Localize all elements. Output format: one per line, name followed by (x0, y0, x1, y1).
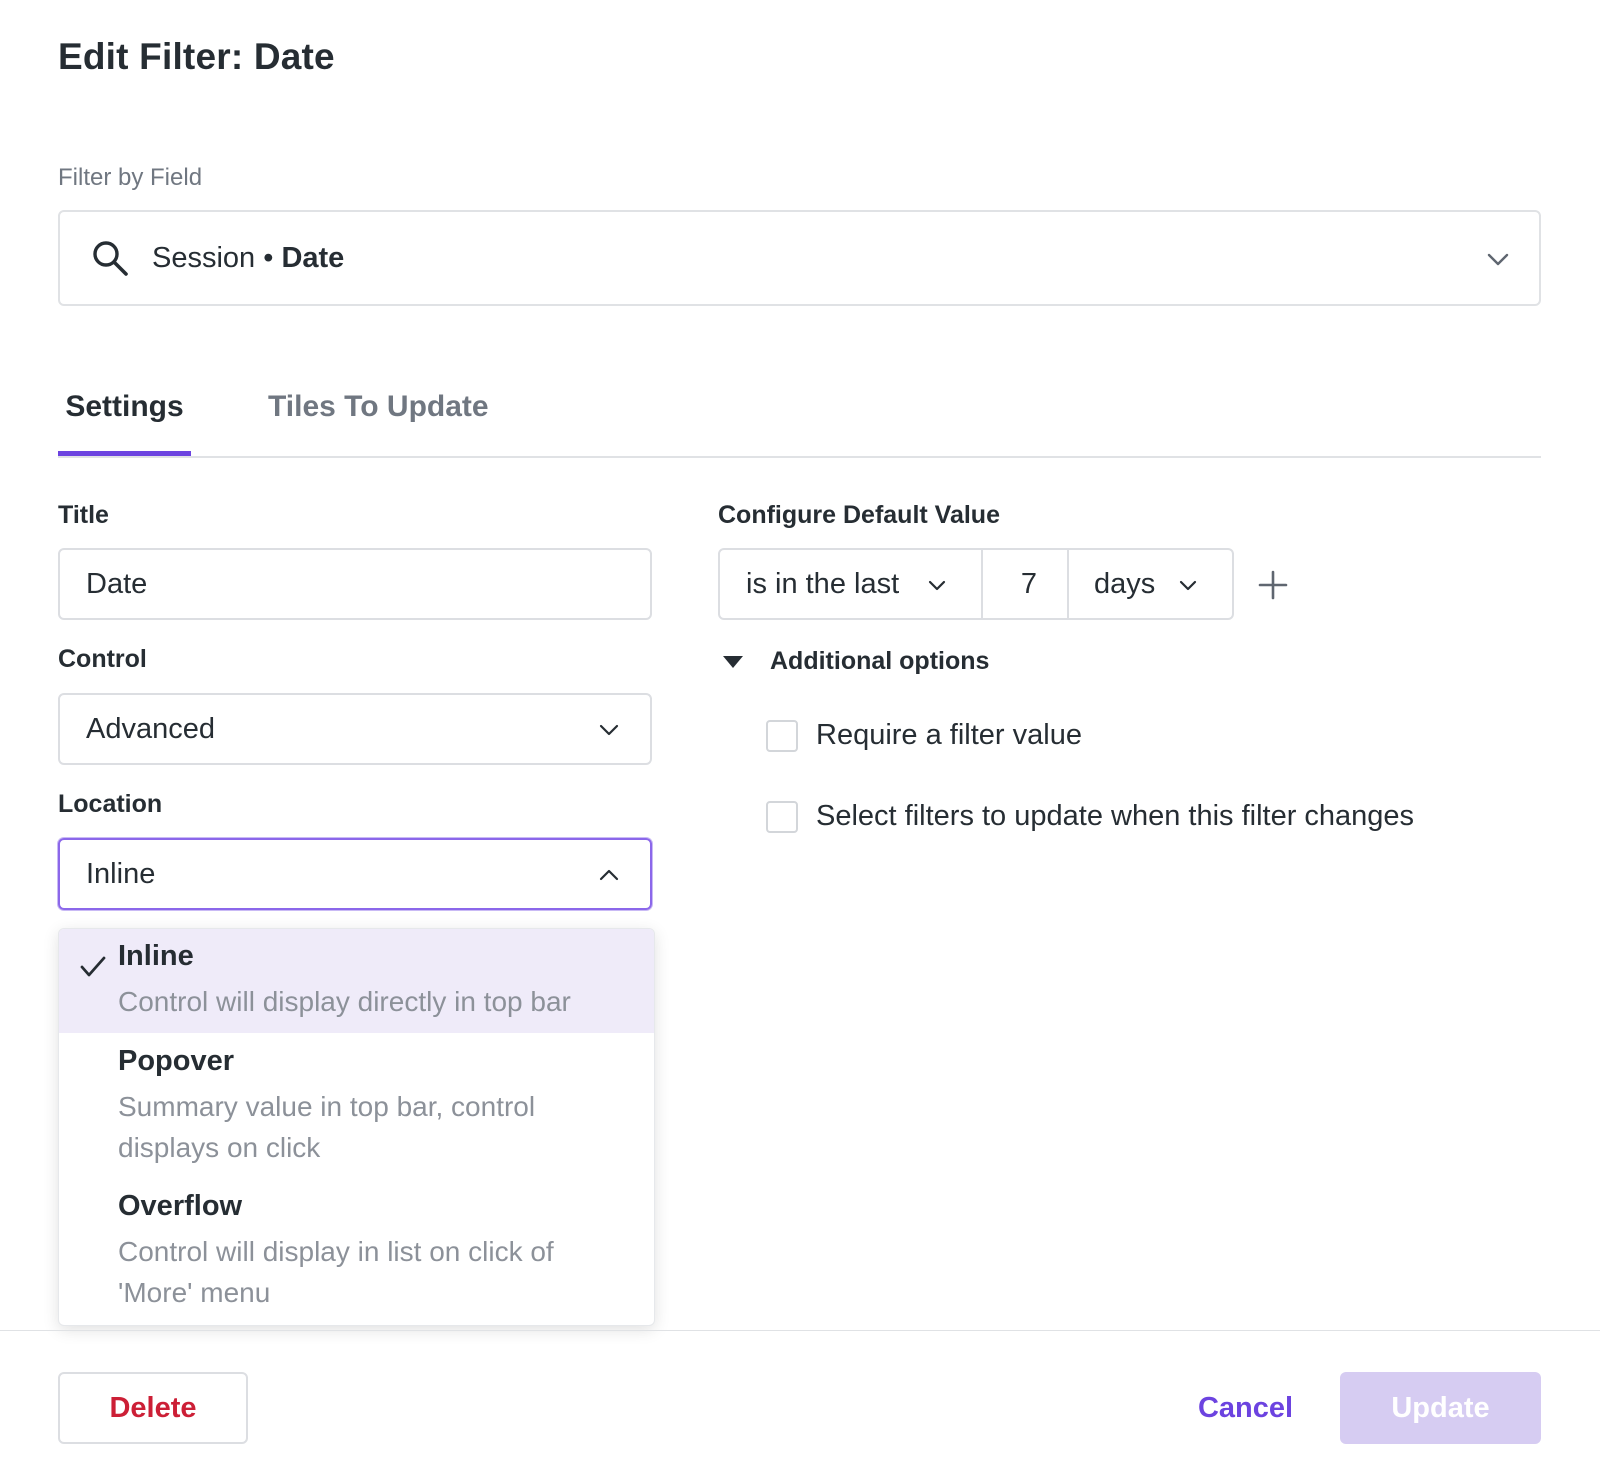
option-name: Overflow (118, 1190, 243, 1222)
field-name: Date (281, 241, 345, 274)
tab-tiles-to-update[interactable]: Tiles To Update (268, 390, 489, 456)
select-filters-to-update-row[interactable]: Select filters to update when this filte… (766, 800, 1414, 833)
chevron-down-icon (928, 580, 946, 591)
additional-options-label: Additional options (770, 647, 990, 675)
operator-value: is in the last (746, 567, 900, 600)
filter-field-value: Session • Date (152, 242, 344, 275)
control-select[interactable]: Advanced (58, 693, 652, 765)
chevron-up-icon (599, 869, 619, 881)
filter-by-field-select[interactable]: Session • Date (58, 210, 1541, 306)
add-condition-icon[interactable] (1258, 570, 1288, 600)
tab-settings[interactable]: Settings (58, 390, 191, 456)
operator-select[interactable]: is in the last (718, 548, 983, 620)
option-description: Control will display directly in top bar (118, 986, 571, 1017)
option-name: Inline (118, 940, 194, 972)
edit-filter-dialog: Edit Filter: Date Filter by Field Sessio… (0, 0, 1600, 1479)
control-label: Control (58, 645, 147, 673)
location-select[interactable]: Inline (58, 838, 652, 910)
title-label: Title (58, 501, 109, 529)
filter-by-field-label: Filter by Field (58, 164, 203, 191)
location-option-popover[interactable]: Popover Summary value in top bar, contro… (59, 1033, 654, 1178)
update-button[interactable]: Update (1340, 1372, 1541, 1444)
additional-options-toggle[interactable]: Additional options (722, 647, 989, 676)
require-filter-value-checkbox[interactable] (766, 719, 798, 752)
location-option-overflow[interactable]: Overflow Control will display in list on… (59, 1178, 654, 1325)
location-label: Location (58, 790, 163, 818)
cancel-button[interactable]: Cancel (1178, 1372, 1313, 1444)
chevron-down-icon (1179, 580, 1197, 591)
unit-select[interactable]: days (1069, 548, 1234, 620)
option-description: Summary value in top bar, control displa… (118, 1091, 536, 1163)
default-value-group: is in the last 7 days (718, 548, 1234, 620)
unit-value: days (1094, 567, 1156, 600)
option-name: Popover (118, 1045, 235, 1077)
delete-button[interactable]: Delete (58, 1372, 248, 1444)
location-option-inline[interactable]: Inline Control will display directly in … (59, 929, 654, 1033)
select-filters-to-update-checkbox[interactable] (766, 800, 798, 833)
tab-bar: Settings Tiles To Update (58, 370, 1541, 458)
chevron-down-icon (599, 724, 619, 736)
chevron-down-icon (1487, 253, 1509, 266)
location-select-value: Inline (86, 857, 156, 890)
default-value-label: Configure Default Value (718, 501, 1000, 529)
checkmark-icon (80, 956, 106, 977)
location-dropdown-menu: Inline Control will display directly in … (58, 928, 655, 1326)
option-description: Control will display in list on click of… (118, 1236, 554, 1308)
title-input[interactable]: Date (58, 548, 652, 620)
field-explore-name: Session • (152, 241, 282, 274)
checkbox-label: Select filters to update when this filte… (816, 800, 1415, 832)
search-icon (93, 241, 128, 276)
caret-down-icon (723, 655, 743, 668)
checkbox-label: Require a filter value (816, 719, 1082, 751)
number-input[interactable]: 7 (983, 548, 1069, 620)
dialog-title: Edit Filter: Date (58, 36, 335, 77)
control-select-value: Advanced (86, 712, 215, 745)
require-filter-value-row[interactable]: Require a filter value (766, 719, 1082, 752)
footer-divider (0, 1330, 1600, 1331)
